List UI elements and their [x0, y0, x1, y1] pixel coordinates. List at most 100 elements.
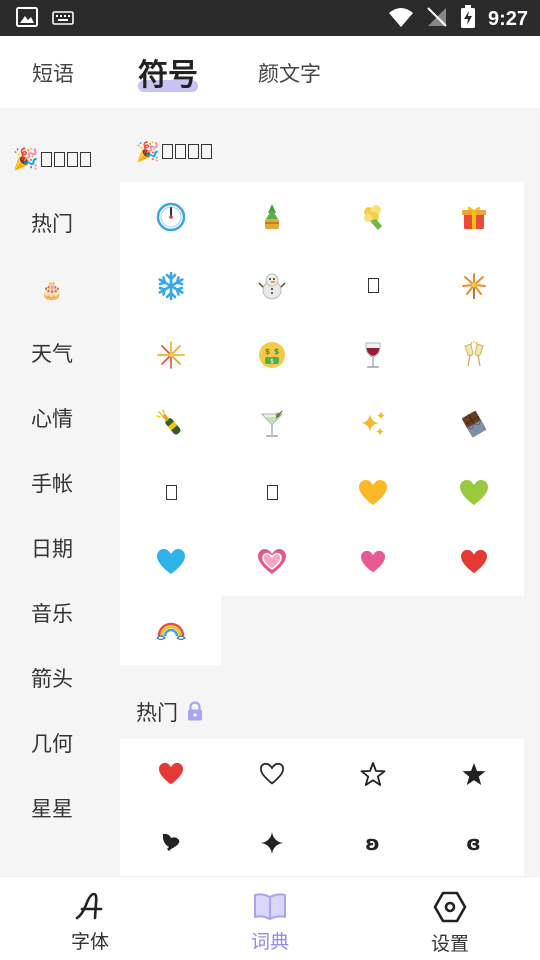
missing-glyph — [187, 144, 199, 159]
clock-twelve-icon — [156, 202, 185, 231]
missing-glyph — [67, 152, 79, 167]
status-bar: 9:27 — [0, 0, 540, 36]
sidebar-item-date[interactable]: 日期 — [0, 529, 104, 569]
nav-fonts[interactable]: 字体 — [30, 891, 150, 954]
symbol-cell-pink-heart[interactable] — [322, 527, 423, 596]
dictionary-content: 🎉 热门 🎂 天气 心情 手帐 日期 音乐 箭头 几何 星星 🎉 $ $ $ 热… — [0, 108, 540, 876]
symbol-cell-cocktail[interactable] — [221, 389, 322, 458]
symbol-cell-blue-heart[interactable] — [120, 527, 221, 596]
symbol-cell-clinking-glasses[interactable] — [423, 320, 524, 389]
chocolate-bar-icon — [461, 410, 486, 438]
tab-kaomoji[interactable]: 颜文字 — [258, 58, 321, 88]
symbol-cell-sparkles[interactable] — [322, 389, 423, 458]
pine-decoration-icon — [264, 203, 279, 229]
clock: 9:27 — [487, 7, 528, 30]
money-mouth-face-icon: $ $$ — [258, 341, 285, 368]
symbol-grid-party: $ $ $ — [120, 182, 525, 665]
symbol-cell-growing-heart[interactable] — [221, 527, 322, 596]
wifi-icon — [388, 6, 414, 32]
symbol-cell-chocolate[interactable] — [423, 389, 524, 458]
birthday-cake-icon: 🎂 — [40, 280, 64, 301]
symbol-cell-red-heart[interactable] — [423, 527, 524, 596]
nav-dictionary[interactable]: 词典 — [210, 891, 330, 954]
symbol-cell-pine-decoration[interactable] — [221, 182, 322, 251]
symbol-cell-snowman[interactable] — [221, 251, 322, 320]
symbol-cell-fireworks[interactable] — [120, 320, 221, 389]
top-tab-bar: 短语 符号 颜文字 — [0, 36, 540, 108]
svg-text:$: $ — [273, 347, 279, 356]
missing-glyph — [267, 485, 278, 500]
party-popper-icon: 🎉 — [136, 141, 160, 163]
symbol-cell-hot-outline-heart[interactable] — [221, 739, 322, 808]
sidebar-item-geometry[interactable]: 几何 — [0, 724, 104, 764]
symbol-cell-rainbow[interactable] — [120, 596, 221, 665]
symbol-cell-snowflake[interactable] — [120, 251, 221, 320]
symbol-cell-hot-wing-right[interactable]: ɞ — [423, 808, 524, 876]
no-signal-icon — [426, 6, 448, 32]
section-title-party: 🎉 — [136, 140, 212, 163]
symbol-cell-missing-3[interactable] — [221, 458, 322, 527]
sparkles-icon — [360, 410, 385, 436]
svg-text:$: $ — [270, 358, 274, 365]
tab-phrases[interactable]: 短语 — [32, 58, 74, 88]
symbol-cell-hot-wing-left[interactable]: ʚ — [322, 808, 423, 876]
symbol-cell-yellow-heart[interactable] — [322, 458, 423, 527]
champagne-bottle-icon — [155, 408, 181, 435]
red-heart-icon — [460, 549, 487, 573]
growing-heart-icon — [257, 548, 286, 574]
sidebar-item-birthday[interactable]: 🎂 — [0, 269, 104, 309]
symbol-cell-clock[interactable] — [120, 182, 221, 251]
rotated-heart-icon — [162, 833, 179, 851]
snowflake-icon — [157, 271, 184, 300]
symbol-cell-sparkler[interactable] — [423, 251, 524, 320]
pink-heart-icon — [360, 550, 385, 572]
symbol-cell-bouquet[interactable] — [322, 182, 423, 251]
missing-glyph — [174, 144, 186, 159]
red-heart-icon — [158, 762, 183, 784]
category-sidebar: 🎉 热门 🎂 天气 心情 手帐 日期 音乐 箭头 几何 星星 — [0, 108, 108, 876]
tab-symbols[interactable]: 符号 — [138, 50, 198, 94]
cocktail-glass-icon — [260, 410, 283, 437]
missing-glyph — [166, 485, 177, 500]
symbol-cell-hot-red-heart[interactable] — [120, 739, 221, 808]
fireworks-icon — [156, 340, 185, 369]
rainbow-icon — [156, 622, 186, 640]
sidebar-item-party[interactable]: 🎉 — [0, 139, 104, 179]
symbol-cell-champagne[interactable] — [120, 389, 221, 458]
sidebar-item-mood[interactable]: 心情 — [0, 399, 104, 439]
font-letter-icon — [74, 892, 106, 925]
symbol-cell-hot-filled-star[interactable] — [423, 739, 524, 808]
filled-star-icon — [462, 762, 485, 785]
settings-hexagon-icon — [433, 891, 467, 927]
sidebar-item-stars[interactable]: 星星 — [0, 789, 104, 829]
sidebar-item-arrows[interactable]: 箭头 — [0, 659, 104, 699]
lock-icon — [186, 701, 204, 726]
yellow-heart-icon — [358, 479, 387, 505]
symbol-cell-missing-1[interactable] — [322, 251, 423, 320]
missing-glyph — [161, 144, 173, 159]
green-heart-icon — [459, 479, 488, 505]
keyboard-notification-icon — [52, 10, 74, 29]
svg-text:$: $ — [264, 347, 270, 356]
image-notification-icon — [16, 7, 38, 31]
sidebar-item-hot[interactable]: 热门 — [0, 204, 104, 244]
sidebar-item-music[interactable]: 音乐 — [0, 594, 104, 634]
snowman-icon — [257, 273, 286, 299]
sidebar-item-journal[interactable]: 手帐 — [0, 464, 104, 504]
symbol-cell-wine[interactable] — [322, 320, 423, 389]
symbol-cell-money-face[interactable]: $ $ $ — [221, 320, 322, 389]
section-title-hot: 热门 — [136, 697, 204, 727]
symbol-cell-gift[interactable] — [423, 182, 524, 251]
outline-star-icon — [360, 761, 385, 786]
symbol-cell-hot-four-point-star[interactable] — [221, 808, 322, 876]
bouquet-icon — [363, 204, 382, 230]
sidebar-item-weather[interactable]: 天气 — [0, 334, 104, 374]
symbol-cell-hot-rotated-heart[interactable] — [120, 808, 221, 876]
blue-heart-icon — [156, 548, 185, 574]
symbol-cell-hot-outline-star[interactable] — [322, 739, 423, 808]
symbol-cell-green-heart[interactable] — [423, 458, 524, 527]
nav-settings[interactable]: 设置 — [390, 891, 510, 956]
clinking-glasses-icon — [463, 340, 484, 366]
symbol-cell-missing-2[interactable] — [120, 458, 221, 527]
open-book-icon — [253, 893, 287, 925]
